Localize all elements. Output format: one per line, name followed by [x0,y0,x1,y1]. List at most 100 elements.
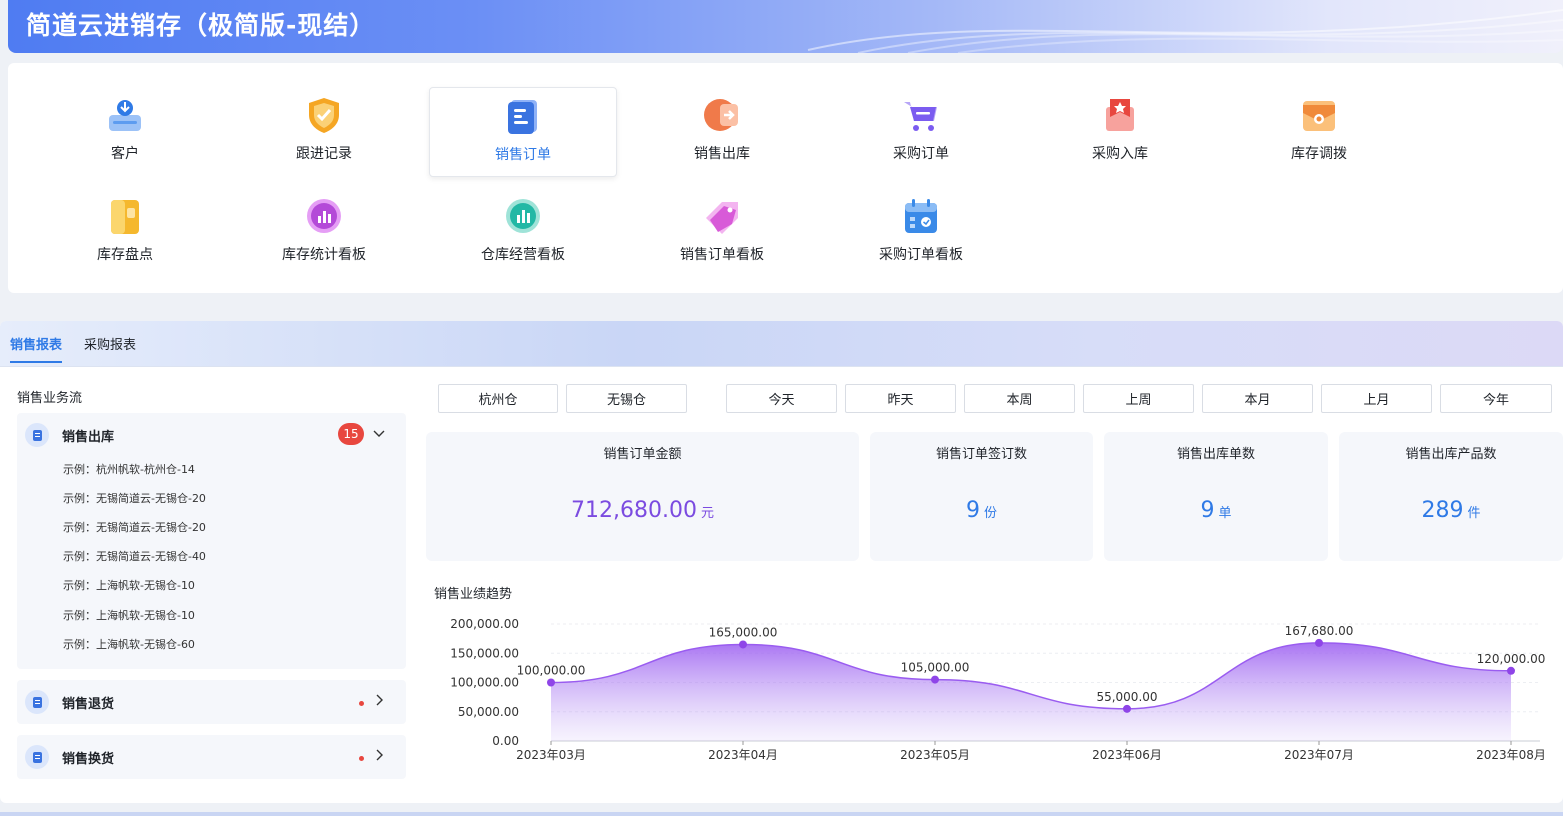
app-label: 销售订单看板 [680,247,764,263]
stat-value: 9单 [1104,498,1328,523]
chevron-right-icon[interactable] [372,693,386,707]
app-label: 仓库经营看板 [481,247,565,263]
app-label: 采购订单 [893,146,949,162]
app-warehouse-dashboard[interactable]: 仓库经营看板 [429,188,617,278]
stat-value: 289 件 [1339,498,1563,523]
flow-list-item[interactable]: 示例：杭州帆软-杭州仓-14 [63,461,195,477]
y-tick-label: 100,000.00 [450,676,519,690]
app-shortcuts-panel: 客户 跟进记录 销售订单 销售出库 采购订单 采购入库 库存调拨 库存盘点 库存… [8,63,1563,293]
count-badge: 15 [338,423,364,445]
flow-list-item[interactable]: 示例：无锡简道云-无锡仓-20 [63,490,206,506]
y-tick-label: 0.00 [492,734,519,748]
y-tick-label: 200,000.00 [450,617,519,631]
app-sales-dashboard[interactable]: 销售订单看板 [628,188,816,278]
flow-list-item[interactable]: 示例：上海帆软-无锡仓-10 [63,577,195,593]
purchase-calendar-icon [905,199,937,233]
flow-list-item[interactable]: 示例：无锡简道云-无锡仓-20 [63,519,206,535]
app-label: 库存统计看板 [282,247,366,263]
stat-unit: 件 [1467,506,1481,521]
stat-title: 销售订单签订数 [935,447,1027,462]
data-label: 105,000.00 [901,661,970,675]
warehouse-dashboard-icon [506,199,540,233]
app-inventory-transfer[interactable]: 库存调拨 [1225,87,1413,177]
follow-up-shield-icon [309,98,339,133]
tab-purchase-report[interactable]: 采购报表 [84,334,136,353]
app-purchase-order[interactable]: 采购订单 [827,87,1015,177]
flow-header-sales-return[interactable]: 销售退货 [25,689,398,715]
chevron-down-icon[interactable] [372,426,386,440]
data-point [547,678,555,687]
y-tick-label: 50,000.00 [458,705,519,719]
report-tabs-bar: 销售报表 采购报表 [0,321,1563,367]
filter-period-last-month[interactable]: 上月 [1321,384,1432,413]
stat-title: 销售订单金额 [603,447,682,462]
flow-section-sales-return: 销售退货 [17,680,406,724]
app-label: 采购入库 [1092,146,1148,162]
app-customer[interactable]: 客户 [31,87,219,177]
app-inventory-dashboard[interactable]: 库存统计看板 [230,188,418,278]
y-tick-label: 150,000.00 [450,646,519,660]
next-panel-edge [0,812,1563,816]
data-label: 167,680.00 [1285,624,1354,638]
app-label: 跟进记录 [296,146,352,162]
filter-period-last-week[interactable]: 上周 [1083,384,1194,413]
app-title: 简道云进销存（极简版-现结） [26,11,376,40]
flow-section-name: 销售退货 [62,696,115,712]
filter-period-yesterday[interactable]: 昨天 [845,384,956,413]
app-label: 客户 [111,146,139,162]
customer-icon [109,100,141,131]
flow-header-sales-outbound[interactable]: 销售出库 15 [25,422,398,448]
app-stocktake[interactable]: 库存盘点 [31,188,219,278]
stat-unit: 单 [1218,506,1232,521]
stat-number: 712,680.00 [571,498,697,523]
stat-card-order-count: 销售订单签订数 9份 [870,432,1093,561]
flow-section-sales-outbound: 销售出库 15 示例：杭州帆软-杭州仓-14 示例：无锡简道云-无锡仓-20 示… [17,413,406,669]
flow-list-item[interactable]: 示例：上海帆软-无锡仓-10 [63,607,195,623]
tab-sales-report[interactable]: 销售报表 [10,334,63,363]
app-follow-up[interactable]: 跟进记录 [230,87,418,177]
app-header: 简道云进销存（极简版-现结） [8,0,1563,53]
x-tick-label: 2023年03月 [516,748,586,762]
document-icon [25,745,49,769]
x-tick-label: 2023年06月 [1092,748,1162,762]
sales-order-icon [508,100,537,134]
filter-period-this-year[interactable]: 今年 [1440,384,1552,413]
app-purchase-dashboard[interactable]: 采购订单看板 [827,188,1015,278]
app-label: 采购订单看板 [879,247,963,263]
stat-number: 9 [965,498,980,523]
filter-warehouse-wuxi[interactable]: 无锡仓 [566,384,687,413]
app-label: 库存盘点 [97,247,153,263]
app-label: 销售出库 [694,146,750,162]
app-purchase-inbound[interactable]: 采购入库 [1026,87,1214,177]
data-point [931,675,939,684]
stat-unit: 元 [700,506,714,521]
series-area [551,642,1511,741]
purchase-inbound-icon [1106,99,1134,131]
x-tick-label: 2023年08月 [1476,748,1546,762]
stat-title: 销售出库单数 [1176,447,1255,462]
app-sales-outbound[interactable]: 销售出库 [628,87,816,177]
app-sales-order[interactable]: 销售订单 [429,87,617,177]
inventory-dashboard-icon [307,199,341,233]
filter-period-today[interactable]: 今天 [726,384,837,413]
sales-flow-title: 销售业务流 [17,391,83,406]
flow-list-item[interactable]: 示例：无锡简道云-无锡仓-40 [63,548,206,564]
x-tick-label: 2023年05月 [900,748,970,762]
document-icon [25,690,49,714]
chevron-right-icon[interactable] [372,748,386,762]
stocktake-icon [111,200,139,234]
data-point [1123,704,1131,713]
filter-period-this-week[interactable]: 本周 [964,384,1075,413]
stat-card-outbound-products: 销售出库产品数 289 件 [1339,432,1563,561]
data-point [739,640,747,649]
sales-dashboard-tag-icon [706,202,738,234]
stat-card-order-amount: 销售订单金额 712,680.00 元 [426,432,859,561]
flow-section-name: 销售出库 [62,429,115,445]
data-label: 165,000.00 [709,625,778,639]
document-icon [25,423,49,447]
data-label: 100,000.00 [517,664,586,678]
filter-warehouse-hangzhou[interactable]: 杭州仓 [438,384,558,413]
flow-header-sales-exchange[interactable]: 销售换货 [25,744,398,770]
filter-period-this-month[interactable]: 本月 [1202,384,1313,413]
flow-list-item[interactable]: 示例：上海帆软-无锡仓-60 [63,636,195,652]
